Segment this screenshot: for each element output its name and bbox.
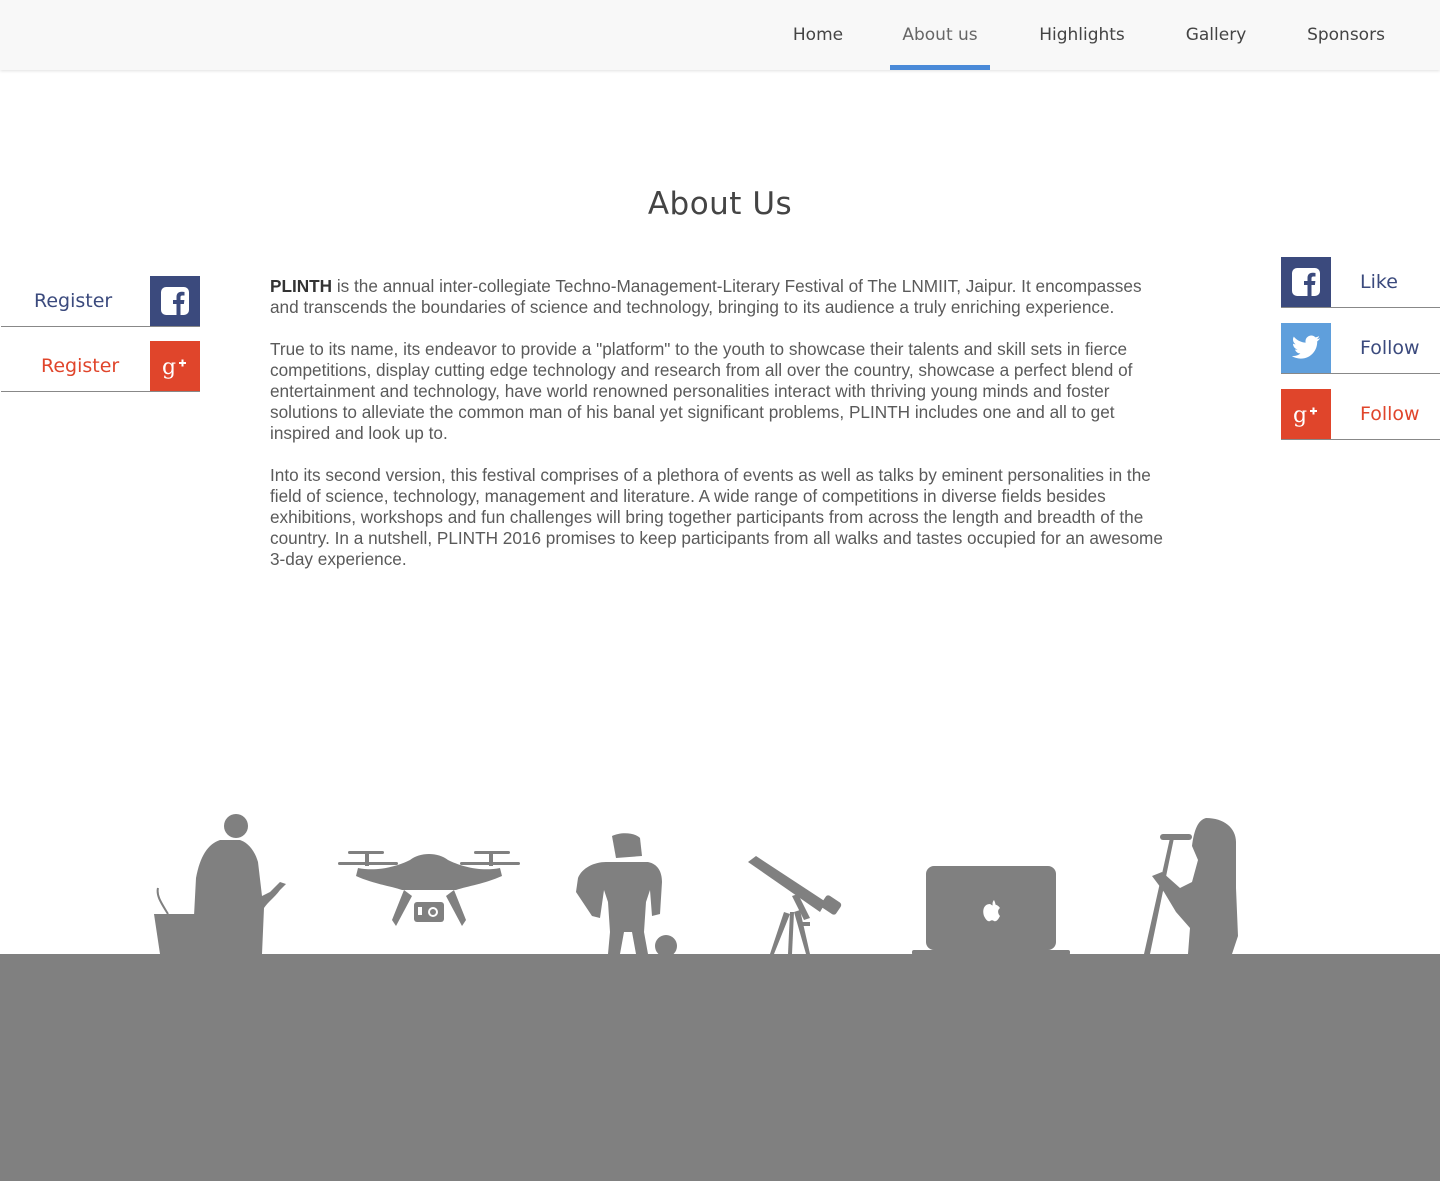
singer-silhouette <box>1144 818 1238 954</box>
twitter-follow-label: Follow <box>1360 337 1420 359</box>
footer-band <box>0 954 1440 1181</box>
googleplus-follow-label: Follow <box>1360 403 1420 425</box>
nav-sponsors[interactable]: Sponsors <box>1298 0 1394 70</box>
laptop-silhouette <box>912 866 1070 955</box>
drone-silhouette <box>338 851 520 926</box>
about-paragraph-3: Into its second version, this festival c… <box>270 465 1163 569</box>
brand-name: PLINTH <box>270 276 333 296</box>
googleplus-register-button[interactable]: Register g <box>1 341 200 392</box>
nav-about-us[interactable]: About us <box>890 0 990 70</box>
facebook-like-button[interactable]: Like <box>1281 257 1440 308</box>
facebook-like-label: Like <box>1360 271 1398 293</box>
robot-silhouette <box>576 833 677 956</box>
twitter-icon <box>1281 323 1331 373</box>
svg-text:g: g <box>1293 403 1307 428</box>
facebook-icon <box>1281 257 1331 307</box>
facebook-register-label: Register <box>34 290 113 312</box>
svg-text:g: g <box>162 355 176 380</box>
googleplus-register-label: Register <box>41 355 120 377</box>
page-title: About Us <box>647 186 793 222</box>
googleplus-follow-button[interactable]: g Follow <box>1281 389 1440 440</box>
telescope-silhouette <box>748 856 842 954</box>
nav-home[interactable]: Home <box>786 0 850 70</box>
about-content: PLINTH is the annual inter-collegiate Te… <box>270 276 1170 591</box>
google-plus-icon: g <box>150 341 200 391</box>
facebook-icon <box>150 276 200 326</box>
google-plus-icon: g <box>1281 389 1331 439</box>
about-paragraph-2: True to its name, its endeavor to provid… <box>270 339 1133 443</box>
about-paragraph-1-text: is the annual inter-collegiate Techno-Ma… <box>270 276 1142 317</box>
top-navbar: Home About us Highlights Gallery Sponsor… <box>0 0 1440 70</box>
speaker-podium-silhouette <box>154 814 286 954</box>
nav-gallery[interactable]: Gallery <box>1176 0 1256 70</box>
facebook-register-button[interactable]: Register <box>1 276 200 327</box>
about-paragraph-1: PLINTH is the annual inter-collegiate Te… <box>270 276 1170 318</box>
nav-highlights[interactable]: Highlights <box>1030 0 1134 70</box>
twitter-follow-button[interactable]: Follow <box>1281 323 1440 374</box>
